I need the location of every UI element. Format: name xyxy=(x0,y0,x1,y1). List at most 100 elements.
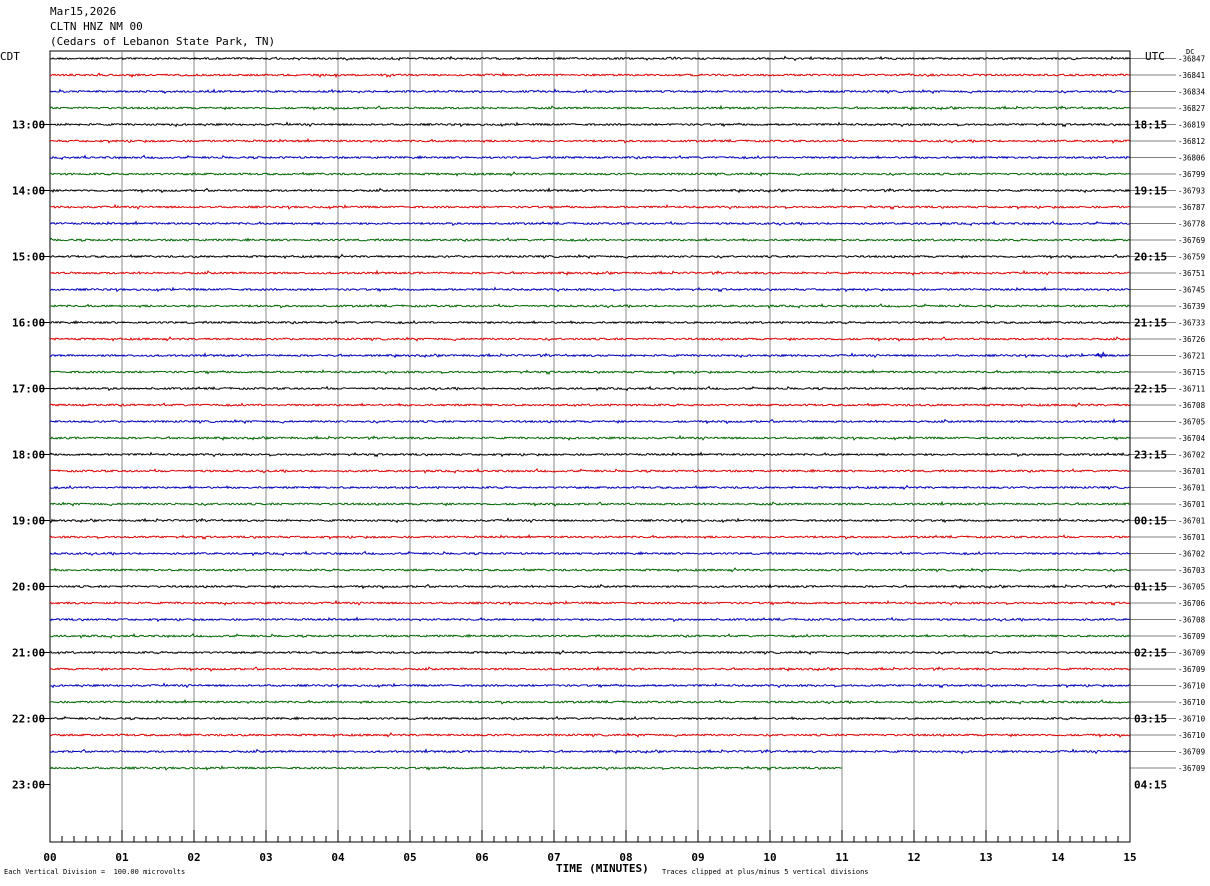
trace-line xyxy=(49,434,1131,441)
trace-line xyxy=(49,500,1131,507)
x-tick-label: 01 xyxy=(115,851,129,864)
trace-line xyxy=(49,203,1131,210)
trace-line xyxy=(49,567,1131,573)
trace-line xyxy=(49,583,1131,590)
right-hour-label: 19:15 xyxy=(1134,185,1167,198)
grid-lines xyxy=(49,50,1131,843)
dc-offset-label: -36715 xyxy=(1178,368,1205,377)
trace-line xyxy=(49,319,1131,325)
x-tick-label: 12 xyxy=(907,851,920,864)
x-tick-label: 00 xyxy=(43,851,56,864)
dc-offset-label: -36819 xyxy=(1178,121,1205,130)
dc-offset-label: -36733 xyxy=(1178,319,1205,328)
right-hour-label: 00:15 xyxy=(1134,515,1167,528)
clip-note: Traces clipped at plus/minus 5 vertical … xyxy=(662,868,869,876)
trace-line xyxy=(49,451,1131,458)
dc-offset-label: -36726 xyxy=(1178,335,1206,344)
trace-line xyxy=(49,187,1131,194)
trace-line xyxy=(49,418,1131,425)
dc-offset-label: -36710 xyxy=(1178,682,1206,691)
trace-line xyxy=(49,616,1131,623)
dc-offset-label: -36702 xyxy=(1178,550,1205,559)
dc-offset-label: -36709 xyxy=(1178,748,1205,757)
trace-line xyxy=(49,550,1131,557)
x-tick-label: 02 xyxy=(187,851,200,864)
dc-offset-label: -36812 xyxy=(1178,137,1205,146)
dc-offset-label: -36793 xyxy=(1178,187,1205,196)
trace-line xyxy=(49,237,1131,243)
x-tick-label: 06 xyxy=(475,851,489,864)
dc-offset-label: -36711 xyxy=(1178,385,1205,394)
x-tick-label: 14 xyxy=(1051,851,1065,864)
plot-frame xyxy=(49,50,1131,843)
trace-line xyxy=(49,253,1131,260)
helicorder-plot: 00 01 02 03 04 05 06 07 08 09 10 11 12 13 14 15 -36847-… xyxy=(12,50,1206,864)
trace-line xyxy=(49,154,1131,161)
right-hour-label: 21:15 xyxy=(1134,317,1167,330)
dc-offset-label: -36834 xyxy=(1178,88,1206,97)
trace-line xyxy=(49,698,1131,705)
trace-line xyxy=(49,484,1131,491)
seismic-traces xyxy=(49,55,1131,771)
dc-offset-label: -36704 xyxy=(1178,434,1206,443)
dc-offset-label: -36787 xyxy=(1178,203,1205,212)
dc-offset-label: -36705 xyxy=(1178,583,1205,592)
dc-offset-label: -36709 xyxy=(1178,632,1205,641)
dc-offset-label: -36701 xyxy=(1178,517,1205,526)
trace-line xyxy=(49,286,1131,293)
trace-line xyxy=(49,88,1131,95)
axis-labels: -36847 -36841 -36834 -36827 -36819 -36812 -368… xyxy=(12,55,1206,792)
dc-offset-label: -36706 xyxy=(1178,599,1206,608)
right-hour-label: 23:15 xyxy=(1134,449,1167,462)
dc-offset-label: -36701 xyxy=(1178,467,1205,476)
dc-offset-label: -36709 xyxy=(1178,665,1205,674)
trace-line xyxy=(49,633,1131,639)
dc-offset-label: -36710 xyxy=(1178,715,1206,724)
dc-offset-label: -36778 xyxy=(1178,220,1206,229)
dc-offset-label: -36759 xyxy=(1178,253,1205,262)
trace-line xyxy=(49,303,1131,309)
x-axis-title: TIME (MINUTES) xyxy=(556,862,649,875)
trace-line xyxy=(49,517,1131,524)
trace-line xyxy=(49,533,1131,540)
x-tick-label: 05 xyxy=(403,851,416,864)
dc-offset-label: -36739 xyxy=(1178,302,1205,311)
dc-offset-label: -36708 xyxy=(1178,401,1206,410)
dc-offset-label: -36701 xyxy=(1178,500,1205,509)
dc-offset-label: -36709 xyxy=(1178,764,1205,773)
dc-offset-label: -36701 xyxy=(1178,533,1205,542)
x-tick-label: 13 xyxy=(979,851,992,864)
trace-line xyxy=(49,385,1131,392)
x-tick-label: 11 xyxy=(835,851,849,864)
x-tick-label: 04 xyxy=(331,851,345,864)
dc-offset-label: -36751 xyxy=(1178,269,1205,278)
x-tick-label: 09 xyxy=(691,851,704,864)
right-hour-label: 20:15 xyxy=(1134,251,1167,264)
dc-offset-label: -36702 xyxy=(1178,451,1205,460)
dc-offset-label: -36841 xyxy=(1178,71,1205,80)
dc-offset-label: -36701 xyxy=(1178,484,1205,493)
trace-line xyxy=(49,55,1131,62)
trace-line xyxy=(49,649,1131,656)
dc-offset-label: -36710 xyxy=(1178,731,1206,740)
right-hour-label: 18:15 xyxy=(1134,119,1167,132)
dc-offset-label: -36703 xyxy=(1178,566,1205,575)
right-hour-label: 01:15 xyxy=(1134,581,1167,594)
trace-line xyxy=(49,220,1131,227)
dc-offset-label: -36721 xyxy=(1178,352,1205,361)
trace-line xyxy=(49,732,1131,738)
trace-line xyxy=(49,368,1131,375)
right-hour-label: 22:15 xyxy=(1134,383,1167,396)
trace-line xyxy=(49,171,1131,177)
dc-offset-label: -36708 xyxy=(1178,616,1206,625)
x-tick-label: 03 xyxy=(259,851,272,864)
dc-offset-label: -36847 xyxy=(1178,55,1205,64)
trace-line xyxy=(49,269,1131,276)
right-hour-label: 04:15 xyxy=(1134,779,1167,792)
trace-line xyxy=(49,336,1131,342)
trace-line xyxy=(49,682,1131,689)
trace-line xyxy=(49,468,1131,474)
dc-offset-label: -36745 xyxy=(1178,286,1205,295)
dc-offset-label: -36705 xyxy=(1178,418,1205,427)
trace-line xyxy=(49,104,1131,111)
